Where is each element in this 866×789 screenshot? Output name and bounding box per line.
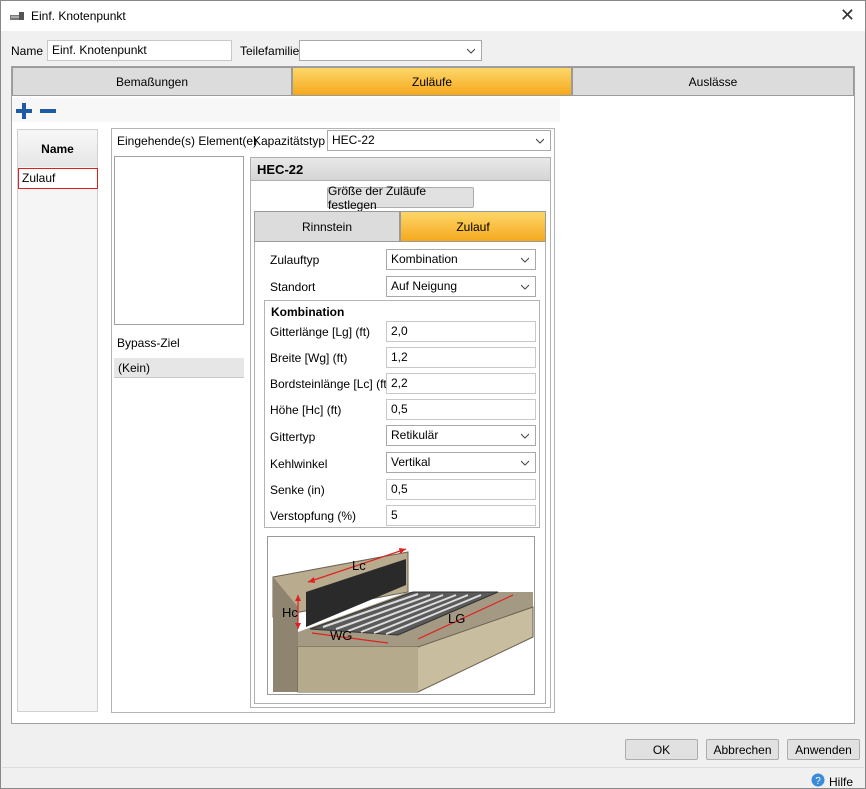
width-input[interactable]: 1,2 [386,347,536,368]
grate-type-value: Retikulär [391,428,439,442]
curb-length-label: Bordsteinlänge [Lc] (ft) [270,377,391,391]
window-title: Einf. Knotenpunkt [31,9,126,23]
bypass-label: Bypass-Ziel [117,336,180,350]
inlet-type-label: Zulauftyp [270,253,320,267]
clogging-input[interactable]: 5 [386,505,536,526]
list-toolbar [12,98,560,122]
clogging-label: Verstopfung (%) [270,509,357,523]
lc-label: Lc [352,558,366,573]
tab-inlets[interactable]: Zuläufe [292,67,572,96]
grate-length-input[interactable]: 2,0 [386,321,536,342]
inlet-type-dropdown[interactable]: Kombination [386,249,536,270]
list-item[interactable]: Zulauf [18,168,98,189]
combination-title: Kombination [271,305,345,319]
help-link[interactable]: Hilfe [829,775,853,789]
chevron-down-icon [521,433,529,439]
height-input[interactable]: 0,5 [386,399,536,420]
inlet-list [17,129,98,712]
throat-angle-label: Kehlwinkel [270,457,328,471]
dialog-window: Einf. Knotenpunkt ✕ Name Einf. Knotenpun… [0,0,866,789]
height-label: Höhe [Hc] (ft) [270,403,342,417]
depression-label: Senke (in) [270,483,325,497]
capacity-dropdown[interactable]: HEC-22 [327,130,551,151]
title-bar: Einf. Knotenpunkt ✕ [1,1,865,31]
location-dropdown[interactable]: Auf Neigung [386,276,536,297]
location-value: Auf Neigung [391,279,458,293]
chevron-down-icon [521,460,529,466]
add-icon[interactable] [15,102,33,120]
family-label: Teilefamilie [240,44,300,58]
inlet-diagram: Lc Hc WG LG [267,536,535,695]
incoming-elements-list[interactable] [114,156,244,325]
set-inlet-size-button[interactable]: Größe der Zuläufe festlegen [327,184,474,212]
curb-length-input[interactable]: 2,2 [386,373,536,394]
location-label: Standort [270,280,316,294]
cancel-button[interactable]: Abbrechen [706,739,779,760]
tab-dimensions[interactable]: Bemaßungen [12,67,292,96]
footer-divider [2,767,864,768]
width-label: Breite [Wg] (ft) [270,351,348,365]
combination-inlet-illustration: Lc Hc WG LG [272,548,534,693]
chevron-down-icon [521,284,529,290]
chevron-down-icon [467,48,475,54]
close-icon[interactable]: ✕ [840,5,855,26]
apply-button[interactable]: Anwenden [787,739,860,760]
chevron-down-icon [521,257,529,263]
name-input[interactable]: Einf. Knotenpunkt [47,40,232,61]
incoming-elements-label: Eingehende(s) Element(e) [117,134,258,148]
grate-length-label: Gitterlänge [Lg] (ft) [270,325,371,339]
lg-label: LG [448,611,465,626]
tab-gutter[interactable]: Rinnstein [254,211,400,242]
svg-text:?: ? [815,776,821,787]
name-label: Name [11,44,44,58]
chevron-down-icon [536,138,544,144]
remove-icon[interactable] [39,102,57,120]
ok-button[interactable]: OK [625,739,698,760]
capacity-label: Kapazitätstyp [253,134,326,148]
grate-type-label: Gittertyp [270,430,316,444]
inlet-type-value: Kombination [391,252,458,266]
throat-angle-value: Vertikal [391,455,431,469]
tab-inlet[interactable]: Zulauf [400,211,546,242]
hc-label: Hc [282,605,298,620]
capacity-value: HEC-22 [332,133,375,147]
hec22-group-header: HEC-22 [250,157,551,181]
grate-type-dropdown[interactable]: Retikulär [386,425,536,446]
list-header: Name [18,131,97,167]
pipe-icon [10,12,24,20]
family-dropdown[interactable] [299,40,482,61]
help-icon[interactable]: ? [811,773,825,787]
wg-label: WG [330,628,352,643]
tab-outlets[interactable]: Auslässe [572,67,854,96]
bypass-target-field[interactable]: (Kein) [114,358,244,378]
depression-input[interactable]: 0,5 [386,479,536,500]
throat-angle-dropdown[interactable]: Vertikal [386,452,536,473]
